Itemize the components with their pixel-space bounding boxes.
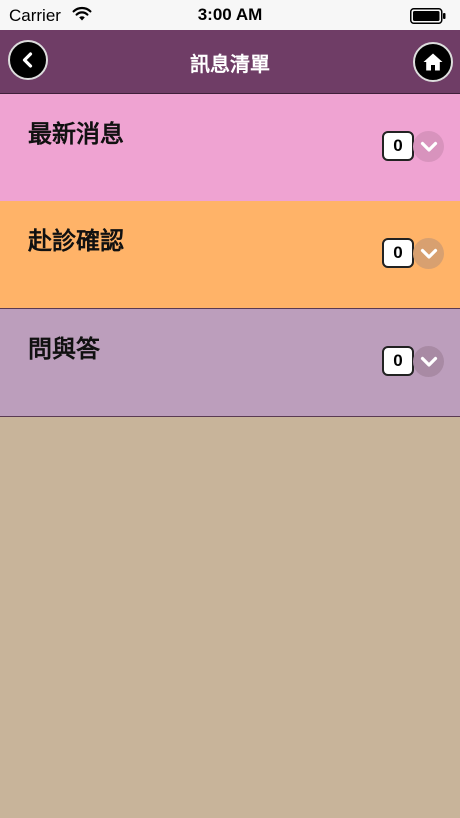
- chevron-down-icon: [420, 248, 437, 259]
- expand-button[interactable]: [413, 131, 444, 162]
- empty-content-area: [0, 417, 460, 818]
- chevron-down-icon: [420, 141, 437, 152]
- battery-icon: [410, 8, 446, 24]
- category-label: 最新消息: [28, 120, 124, 148]
- nav-bar: 訊息清單: [0, 30, 460, 94]
- category-row-qa[interactable]: 問與答 0: [0, 309, 460, 417]
- category-row-appointment[interactable]: 赴診確認 0: [0, 201, 460, 309]
- chevron-down-icon: [420, 356, 437, 367]
- status-bar: Carrier 3:00 AM: [0, 0, 460, 30]
- expand-button[interactable]: [413, 346, 444, 377]
- category-row-news[interactable]: 最新消息 0: [0, 94, 460, 202]
- count-badge: 0: [382, 346, 414, 376]
- category-label: 問與答: [28, 335, 100, 363]
- count-badge: 0: [382, 238, 414, 268]
- home-button[interactable]: [413, 42, 453, 82]
- home-icon: [423, 53, 443, 71]
- expand-button[interactable]: [413, 238, 444, 269]
- count-badge: 0: [382, 131, 414, 161]
- category-label: 赴診確認: [28, 227, 124, 255]
- page-title: 訊息清單: [190, 52, 270, 76]
- status-time: 3:00 AM: [197, 5, 263, 24]
